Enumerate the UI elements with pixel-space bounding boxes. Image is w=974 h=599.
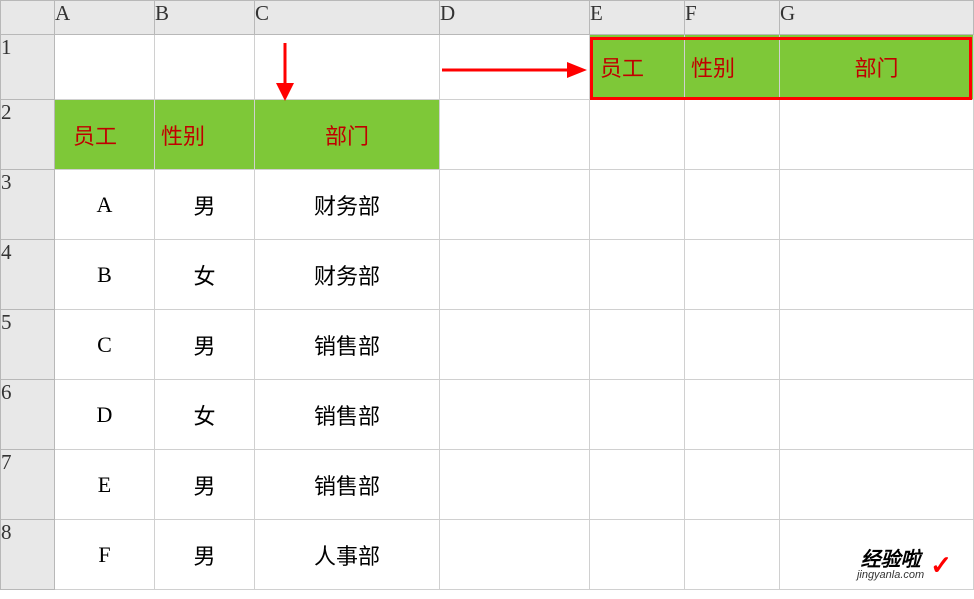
cell-g3[interactable] xyxy=(780,170,974,240)
select-all-corner[interactable] xyxy=(0,0,55,35)
cell-d4[interactable] xyxy=(440,240,590,310)
col-header-a[interactable]: A xyxy=(55,0,155,35)
cell-a1[interactable] xyxy=(55,35,155,100)
cell-e6[interactable] xyxy=(590,380,685,450)
cell-b3[interactable]: 男 xyxy=(155,170,255,240)
cell-c2[interactable]: 部门 xyxy=(255,100,440,170)
cell-d5[interactable] xyxy=(440,310,590,380)
cell-c6[interactable]: 销售部 xyxy=(255,380,440,450)
row-header-3[interactable]: 3 xyxy=(0,170,55,240)
cell-f5[interactable] xyxy=(685,310,780,380)
row-header-7[interactable]: 7 xyxy=(0,450,55,520)
cell-c7[interactable]: 销售部 xyxy=(255,450,440,520)
row-header-4[interactable]: 4 xyxy=(0,240,55,310)
row-header-8[interactable]: 8 xyxy=(0,520,55,590)
check-icon: ✓ xyxy=(930,550,952,581)
col-header-c[interactable]: C xyxy=(255,0,440,35)
row-header-6[interactable]: 6 xyxy=(0,380,55,450)
cell-a2[interactable]: 员工 xyxy=(55,100,155,170)
cell-c5[interactable]: 销售部 xyxy=(255,310,440,380)
cell-b7[interactable]: 男 xyxy=(155,450,255,520)
cell-c3[interactable]: 财务部 xyxy=(255,170,440,240)
watermark: 经验啦 jingyanla.com ✓ xyxy=(857,550,952,581)
cell-d6[interactable] xyxy=(440,380,590,450)
col-header-e[interactable]: E xyxy=(590,0,685,35)
cell-a3[interactable]: A xyxy=(55,170,155,240)
cell-e3[interactable] xyxy=(590,170,685,240)
watermark-url: jingyanla.com xyxy=(857,570,924,581)
row-header-2[interactable]: 2 xyxy=(0,100,55,170)
cell-e5[interactable] xyxy=(590,310,685,380)
cell-g4[interactable] xyxy=(780,240,974,310)
cell-e8[interactable] xyxy=(590,520,685,590)
cell-c4[interactable]: 财务部 xyxy=(255,240,440,310)
cell-f4[interactable] xyxy=(685,240,780,310)
cell-f6[interactable] xyxy=(685,380,780,450)
cell-d1[interactable] xyxy=(440,35,590,100)
col-header-b[interactable]: B xyxy=(155,0,255,35)
cell-a8[interactable]: F xyxy=(55,520,155,590)
row-header-1[interactable]: 1 xyxy=(0,35,55,100)
cell-e4[interactable] xyxy=(590,240,685,310)
row-header-5[interactable]: 5 xyxy=(0,310,55,380)
cell-g1[interactable]: 部门 xyxy=(780,35,974,100)
cell-d2[interactable] xyxy=(440,100,590,170)
cell-d3[interactable] xyxy=(440,170,590,240)
cell-g2[interactable] xyxy=(780,100,974,170)
col-header-d[interactable]: D xyxy=(440,0,590,35)
cell-g6[interactable] xyxy=(780,380,974,450)
cell-a4[interactable]: B xyxy=(55,240,155,310)
cell-b1[interactable] xyxy=(155,35,255,100)
cell-f8[interactable] xyxy=(685,520,780,590)
cell-f2[interactable] xyxy=(685,100,780,170)
cell-d7[interactable] xyxy=(440,450,590,520)
cell-d8[interactable] xyxy=(440,520,590,590)
watermark-text: 经验啦 xyxy=(861,550,921,570)
cell-c8[interactable]: 人事部 xyxy=(255,520,440,590)
cell-c1[interactable] xyxy=(255,35,440,100)
col-header-g[interactable]: G xyxy=(780,0,974,35)
cell-f1[interactable]: 性别 xyxy=(685,35,780,100)
cell-b8[interactable]: 男 xyxy=(155,520,255,590)
cell-a7[interactable]: E xyxy=(55,450,155,520)
cell-b2[interactable]: 性别 xyxy=(155,100,255,170)
col-header-f[interactable]: F xyxy=(685,0,780,35)
cell-b6[interactable]: 女 xyxy=(155,380,255,450)
cell-e2[interactable] xyxy=(590,100,685,170)
cell-f3[interactable] xyxy=(685,170,780,240)
cell-b4[interactable]: 女 xyxy=(155,240,255,310)
cell-g5[interactable] xyxy=(780,310,974,380)
cell-f7[interactable] xyxy=(685,450,780,520)
spreadsheet-grid[interactable]: A B C D E F G 1 员工 性别 部门 2 员工 性别 部门 3 A … xyxy=(0,0,974,590)
cell-g7[interactable] xyxy=(780,450,974,520)
cell-e1[interactable]: 员工 xyxy=(590,35,685,100)
cell-b5[interactable]: 男 xyxy=(155,310,255,380)
cell-e7[interactable] xyxy=(590,450,685,520)
cell-a6[interactable]: D xyxy=(55,380,155,450)
cell-a5[interactable]: C xyxy=(55,310,155,380)
